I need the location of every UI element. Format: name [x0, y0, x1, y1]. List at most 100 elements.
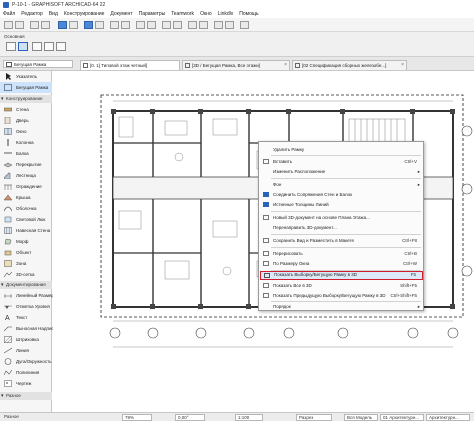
tool-roof[interactable]: Крыша — [0, 192, 52, 203]
tool-drawing[interactable]: Чертеж — [0, 378, 52, 389]
menu-help[interactable]: Помощь — [239, 11, 258, 17]
tool-arc[interactable]: Дуга/Окружность — [0, 356, 52, 367]
section-design[interactable]: Конструирование — [0, 95, 52, 103]
tool-dimension[interactable]: Линейный Размер — [0, 290, 54, 301]
menu-view[interactable]: Вид — [49, 11, 58, 17]
menu-item-redefine-3d-document[interactable]: Перенаправить 3D-документ... — [260, 223, 423, 232]
tool-object[interactable]: Объект — [0, 247, 52, 258]
model-view-field[interactable]: Вся Модель — [344, 414, 378, 421]
render-icon[interactable] — [214, 21, 223, 29]
tool-marquee[interactable]: Бегущая Рамка — [0, 82, 52, 93]
menu-file[interactable]: Файл — [3, 11, 15, 17]
menu-item-delete-marquee[interactable]: Удалить Рамку — [260, 145, 423, 154]
tool-wall[interactable]: Стена — [0, 104, 52, 115]
redo-icon[interactable] — [41, 21, 50, 29]
angle-field[interactable]: 0,00° — [175, 414, 205, 421]
tool-label: Отметка Уровня — [16, 304, 50, 309]
menu-separator — [271, 155, 421, 156]
help-icon[interactable] — [240, 21, 249, 29]
tab-schedule[interactable]: [02 Спецификация сборных железобе...] × — [292, 60, 407, 70]
tool-text[interactable]: A Текст — [0, 312, 52, 323]
menu-item-display-order[interactable]: Порядок ▸ — [260, 302, 423, 311]
close-icon[interactable]: × — [401, 61, 404, 70]
tab-floor-plan[interactable]: [0. 1] Типовой этаж четный] — [80, 60, 180, 70]
menu-window[interactable]: Окно — [200, 11, 212, 17]
menu-item-show-previous-in-3d[interactable]: Показать Предыдущую Выборку/Бегущую Рамк… — [260, 291, 423, 300]
menu-item-true-line-weight[interactable]: Истинные Толщины Линий — [260, 200, 423, 209]
view-3d-icon[interactable] — [136, 21, 145, 29]
tool-polyline[interactable]: Полилиния — [0, 367, 52, 378]
menu-item-paste[interactable]: Вставить Ctrl+V — [260, 157, 423, 166]
rectangle-geometry-icon[interactable] — [32, 42, 42, 51]
layer-icon[interactable] — [84, 21, 93, 29]
tool-beam[interactable]: Балка — [0, 148, 52, 159]
close-icon[interactable]: × — [284, 61, 287, 70]
tool-morph[interactable]: Морф — [0, 236, 52, 247]
menu-item-background[interactable]: Фон ▸ — [260, 180, 423, 189]
teamwork-icon[interactable] — [188, 21, 197, 29]
section-more[interactable]: Разное — [0, 392, 52, 400]
trace-icon[interactable] — [121, 21, 130, 29]
section-documentation[interactable]: Документирование — [0, 281, 52, 289]
zoom-field[interactable]: 79% — [122, 414, 152, 421]
scale-field[interactable]: 1:100 — [235, 414, 263, 421]
menu-options[interactable]: Параметры — [139, 11, 166, 17]
layer-combination-field[interactable]: Разрез — [296, 414, 332, 421]
polygon-geometry-icon[interactable] — [56, 42, 66, 51]
elevation-icon[interactable] — [162, 21, 171, 29]
menu-item-new-3d-document[interactable]: Новый 3D-документ на основе Плана Этажа.… — [260, 213, 423, 222]
grid-icon[interactable] — [110, 21, 119, 29]
save-icon[interactable] — [15, 21, 24, 29]
dimension-standard-field[interactable]: Архитектурн... — [426, 414, 470, 421]
tool-line[interactable]: Линия — [0, 345, 52, 356]
menu-item-show-all-in-3d[interactable]: Показать Все в 3D Shift+F5 — [260, 281, 423, 290]
tool-zone[interactable]: Зона — [0, 258, 52, 269]
zoom-value: 79% — [125, 415, 135, 420]
tool-pointer[interactable]: Указатель — [0, 71, 52, 82]
menu-item-fit-in-window[interactable]: По Размеру Окна Ctrl+W — [260, 259, 423, 268]
zone-icon — [4, 260, 12, 267]
undo-icon[interactable] — [30, 21, 39, 29]
marquee-single-floor-icon[interactable] — [6, 42, 16, 51]
navigator-selector[interactable]: Бегущая Рамка — [3, 60, 73, 68]
tool-slab[interactable]: Перекрытие — [0, 159, 52, 170]
tool-column[interactable]: Колонна — [0, 137, 52, 148]
guide-icon[interactable] — [69, 21, 78, 29]
menu-edit[interactable]: Редактор — [21, 11, 43, 17]
tool-level-dimension[interactable]: Отметка Уровня — [0, 301, 52, 312]
chevron-right-icon: ▸ — [417, 169, 420, 174]
menu-item-save-view-place-layout[interactable]: Сохранить Вид и Разместить в Макете Ctrl… — [260, 236, 423, 245]
arrange-icon[interactable] — [95, 21, 104, 29]
pen-set-field[interactable]: 01 Архитектурн... — [380, 414, 424, 421]
settings-icon[interactable] — [225, 21, 234, 29]
slab-icon — [4, 162, 12, 168]
menu-item-rearrange[interactable]: Изменить Расположение ▸ — [260, 167, 423, 176]
menu-document[interactable]: Документ — [110, 11, 132, 17]
menu-linkdlv[interactable]: Linkdlv — [218, 11, 234, 17]
tool-shell[interactable]: Оболочка — [0, 203, 52, 214]
open-icon[interactable] — [4, 21, 13, 29]
detail-icon[interactable] — [173, 21, 182, 29]
tool-mesh[interactable]: 3D-сетка — [0, 269, 52, 280]
tool-curtain-wall[interactable]: Навесная Стена — [0, 225, 52, 236]
menu-design[interactable]: Конструирование — [64, 11, 105, 17]
tool-railing[interactable]: Ограждение — [0, 181, 52, 192]
rotated-rectangle-icon[interactable] — [44, 42, 54, 51]
text-icon: A — [5, 315, 10, 321]
menu-item-rebuild[interactable]: Перерисовать Ctrl+B — [260, 249, 423, 258]
tool-fill[interactable]: Штриховка — [0, 334, 52, 345]
snap-icon[interactable] — [58, 21, 67, 29]
tool-label[interactable]: Выносная Надпись — [0, 323, 56, 334]
tool-stair[interactable]: Лестница — [0, 170, 52, 181]
tool-skylight[interactable]: Световой Люк — [0, 214, 52, 225]
menu-item-clean-wall-beam-intersections[interactable]: Соединить Сопряжения Стен и Балок — [260, 190, 423, 199]
publish-icon[interactable] — [199, 21, 208, 29]
tab-3d[interactable]: [3D / Бегущая Рамка, Все этажи] × — [182, 60, 290, 70]
tool-window[interactable]: Окно — [0, 126, 52, 137]
tool-label: Выносная Надпись — [16, 326, 57, 331]
marquee-all-floors-icon[interactable] — [18, 42, 28, 51]
menu-item-show-selection-in-3d[interactable]: Показать Выборку/Бегущую Рамку в 3D F5 — [260, 271, 423, 280]
menu-teamwork[interactable]: Teamwork — [171, 11, 194, 17]
tool-door[interactable]: Дверь — [0, 115, 52, 126]
section-icon[interactable] — [147, 21, 156, 29]
